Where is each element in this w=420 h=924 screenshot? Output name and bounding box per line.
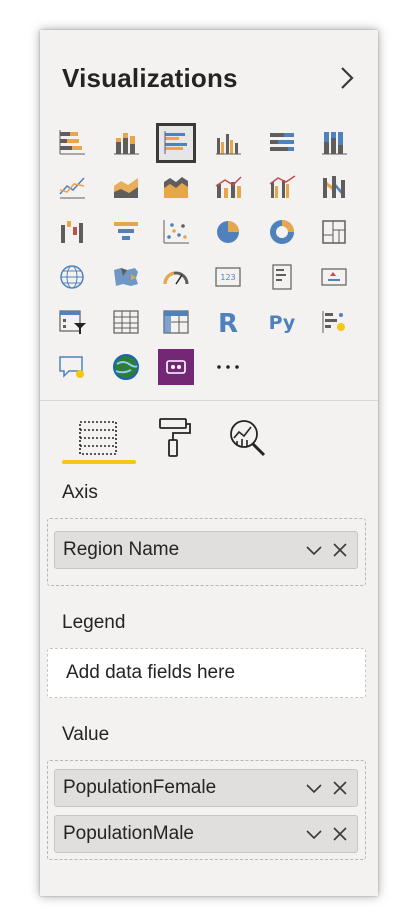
pane-header: Visualizations [62, 58, 364, 98]
ribbon-chart-icon[interactable] [316, 169, 352, 205]
waterfall-chart-icon[interactable] [54, 214, 90, 250]
key-influencers-icon[interactable] [316, 304, 352, 340]
matrix-icon[interactable] [158, 304, 194, 340]
scatter-chart-icon[interactable] [158, 214, 194, 250]
close-icon[interactable] [331, 541, 349, 559]
gauge-icon[interactable] [158, 259, 194, 295]
close-icon[interactable] [331, 825, 349, 843]
card-icon[interactable]: 123 [210, 259, 246, 295]
python-visual-icon[interactable]: Py [264, 304, 300, 340]
kpi-icon[interactable] [316, 259, 352, 295]
arcgis-map-icon[interactable] [108, 349, 144, 385]
value-field-population-male[interactable]: PopulationMale [54, 815, 358, 853]
value-label: Value [62, 724, 110, 745]
line-and-stacked-column-chart-icon[interactable] [210, 169, 246, 205]
r-script-visual-icon[interactable]: R [210, 304, 246, 340]
line-chart-icon[interactable] [54, 169, 90, 205]
chevron-down-icon[interactable] [305, 779, 323, 797]
svg-text:123: 123 [220, 273, 235, 282]
paint-roller-icon [154, 416, 194, 465]
funnel-icon[interactable] [108, 214, 144, 250]
qa-visual-icon[interactable] [54, 349, 90, 385]
fields-tab-icon [77, 418, 119, 463]
axis-field-region-name[interactable]: Region Name [54, 531, 358, 569]
100-stacked-column-chart-icon[interactable] [316, 125, 352, 161]
map-icon[interactable] [54, 259, 90, 295]
collapse-pane-icon[interactable] [336, 64, 358, 92]
fields-tab[interactable] [68, 414, 128, 466]
power-apps-icon[interactable] [158, 349, 194, 385]
stacked-column-chart-icon[interactable] [108, 125, 144, 161]
clustered-bar-chart-icon[interactable] [156, 123, 196, 163]
active-tab-indicator [62, 460, 136, 464]
magnifier-chart-icon [226, 416, 270, 465]
analytics-tab[interactable] [218, 414, 278, 466]
table-icon[interactable] [108, 304, 144, 340]
more-visuals-icon[interactable] [210, 349, 246, 385]
chevron-down-icon[interactable] [305, 541, 323, 559]
legend-well[interactable]: Add data fields here [47, 648, 366, 698]
value-well[interactable]: PopulationFemale PopulationMale [47, 760, 366, 860]
divider [40, 400, 378, 401]
treemap-icon[interactable] [316, 214, 352, 250]
pane-title: Visualizations [62, 63, 238, 93]
stacked-area-chart-icon[interactable] [158, 169, 194, 205]
clustered-column-chart-icon[interactable] [210, 125, 246, 161]
field-name: PopulationMale [63, 823, 194, 844]
field-name: Region Name [63, 539, 180, 560]
stacked-bar-chart-icon[interactable] [54, 125, 90, 161]
svg-text:Py: Py [269, 312, 296, 334]
filled-map-icon[interactable] [108, 259, 144, 295]
pie-chart-icon[interactable] [210, 214, 246, 250]
legend-placeholder: Add data fields here [66, 662, 236, 683]
donut-chart-icon[interactable] [264, 214, 300, 250]
axis-label: Axis [62, 482, 98, 503]
chevron-down-icon[interactable] [305, 825, 323, 843]
close-icon[interactable] [331, 779, 349, 797]
slicer-icon[interactable] [54, 304, 90, 340]
line-and-clustered-column-chart-icon[interactable] [264, 169, 300, 205]
legend-label: Legend [62, 612, 126, 633]
value-field-population-female[interactable]: PopulationFemale [54, 769, 358, 807]
multi-row-card-icon[interactable] [264, 259, 300, 295]
visualizations-pane: Visualizations 123 R Py Axis Region Name… [40, 30, 378, 896]
field-name: PopulationFemale [63, 777, 217, 798]
format-tab[interactable] [144, 414, 204, 466]
area-chart-icon[interactable] [108, 169, 144, 205]
axis-well[interactable]: Region Name [47, 518, 366, 586]
svg-text:R: R [218, 309, 238, 337]
100-stacked-bar-chart-icon[interactable] [264, 125, 300, 161]
